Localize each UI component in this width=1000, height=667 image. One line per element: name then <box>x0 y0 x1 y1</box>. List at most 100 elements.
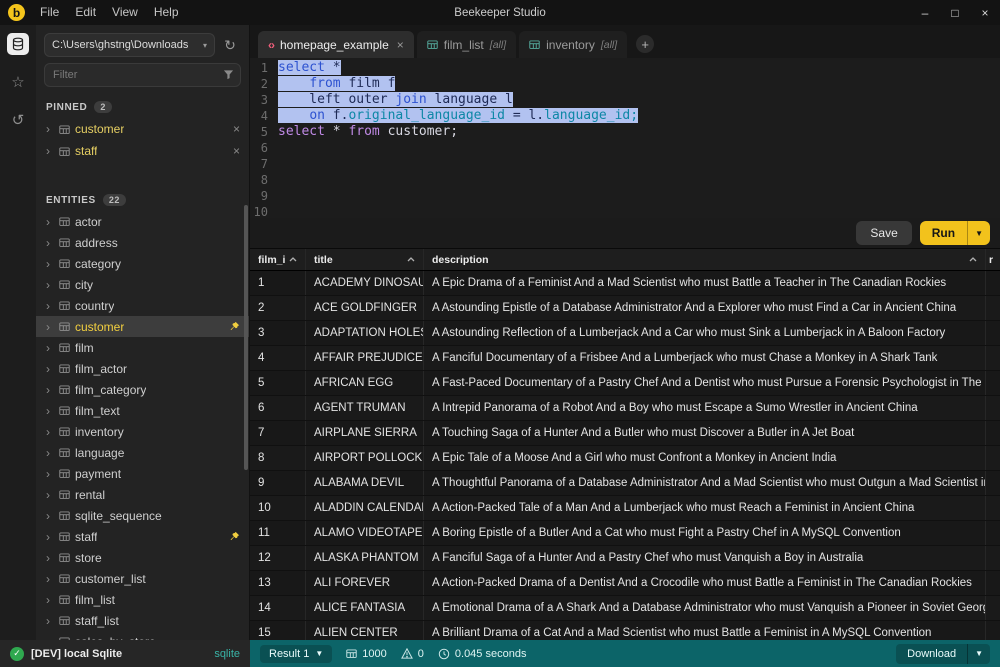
filter-input[interactable] <box>44 63 241 87</box>
tab-inventory[interactable]: inventory[all] <box>519 31 627 58</box>
entity-item-rental[interactable]: ›rental <box>36 484 249 505</box>
favorites-star-icon[interactable]: ☆ <box>7 71 29 93</box>
entity-item-inventory[interactable]: ›inventory <box>36 421 249 442</box>
code-line[interactable]: on f.original_language_id = l.language_i… <box>278 108 638 124</box>
pinned-item-customer[interactable]: ›customer× <box>36 118 249 140</box>
entity-item-city[interactable]: ›city <box>36 274 249 295</box>
menu-file[interactable]: File <box>32 0 67 25</box>
entity-item-staff_list[interactable]: ›staff_list <box>36 610 249 631</box>
refresh-icon[interactable]: ↻ <box>219 33 241 57</box>
chevron-right-icon[interactable]: › <box>46 383 54 397</box>
entity-item-country[interactable]: ›country <box>36 295 249 316</box>
table-row[interactable]: 5AFRICAN EGGA Fast-Paced Documentary of … <box>250 371 1000 396</box>
chevron-right-icon[interactable]: › <box>46 257 54 271</box>
table-row[interactable]: 6AGENT TRUMANA Intrepid Panorama of a Ro… <box>250 396 1000 421</box>
chevron-right-icon[interactable]: › <box>46 278 54 292</box>
chevron-right-icon[interactable]: › <box>46 614 54 628</box>
chevron-right-icon[interactable]: › <box>46 215 54 229</box>
sidebar-scrollbar[interactable] <box>244 205 248 470</box>
chevron-right-icon[interactable]: › <box>46 299 54 313</box>
column-header-title[interactable]: title <box>306 249 424 270</box>
sort-caret-icon[interactable] <box>965 257 977 262</box>
entity-item-customer[interactable]: ›customer <box>36 316 249 337</box>
chevron-right-icon[interactable]: › <box>46 509 54 523</box>
entity-item-language[interactable]: ›language <box>36 442 249 463</box>
tab-film_list[interactable]: film_list[all] <box>417 31 516 58</box>
chevron-right-icon[interactable]: › <box>46 122 54 136</box>
connection-select[interactable]: C:\Users\ghstng\Downloads ▾ <box>44 33 215 57</box>
menu-help[interactable]: Help <box>146 0 187 25</box>
column-header-description[interactable]: description <box>424 249 986 270</box>
entity-item-sales_by_store[interactable]: ›sales_by_store <box>36 631 249 640</box>
entity-item-address[interactable]: ›address <box>36 232 249 253</box>
table-row[interactable]: 9ALABAMA DEVILA Thoughtful Panorama of a… <box>250 471 1000 496</box>
chevron-right-icon[interactable]: › <box>46 320 54 334</box>
run-options-caret-icon[interactable]: ▼ <box>967 221 990 245</box>
table-row[interactable]: 14ALICE FANTASIAA Emotional Drama of a A… <box>250 596 1000 621</box>
entity-item-store[interactable]: ›store <box>36 547 249 568</box>
chevron-right-icon[interactable]: › <box>46 488 54 502</box>
chevron-right-icon[interactable]: › <box>46 530 54 544</box>
chevron-right-icon[interactable]: › <box>46 362 54 376</box>
save-button[interactable]: Save <box>856 221 911 245</box>
unpin-close-icon[interactable]: × <box>233 122 240 136</box>
sort-caret-icon[interactable] <box>403 257 415 262</box>
sql-editor[interactable]: 1select *2 from film f3 left outer join … <box>250 58 1000 218</box>
entity-item-film_list[interactable]: ›film_list <box>36 589 249 610</box>
code-line[interactable]: from film f <box>278 76 395 92</box>
table-row[interactable]: 4AFFAIR PREJUDICEA Fanciful Documentary … <box>250 346 1000 371</box>
menu-view[interactable]: View <box>104 0 146 25</box>
chevron-right-icon[interactable]: › <box>46 341 54 355</box>
entity-item-film[interactable]: ›film <box>36 337 249 358</box>
pin-icon[interactable] <box>229 321 240 332</box>
table-row[interactable]: 10ALADDIN CALENDARA Action-Packed Tale o… <box>250 496 1000 521</box>
code-line[interactable]: select * from customer; <box>278 124 458 140</box>
chevron-right-icon[interactable]: › <box>46 572 54 586</box>
database-panel-icon[interactable] <box>7 33 29 55</box>
entity-item-payment[interactable]: ›payment <box>36 463 249 484</box>
table-row[interactable]: 13ALI FOREVERA Action-Packed Drama of a … <box>250 571 1000 596</box>
table-row[interactable]: 15ALIEN CENTERA Brilliant Drama of a Cat… <box>250 621 1000 640</box>
table-row[interactable]: 2ACE GOLDFINGERA Astounding Epistle of a… <box>250 296 1000 321</box>
close-icon[interactable]: × <box>970 0 1000 25</box>
entity-item-film_actor[interactable]: ›film_actor <box>36 358 249 379</box>
entity-item-customer_list[interactable]: ›customer_list <box>36 568 249 589</box>
chevron-right-icon[interactable]: › <box>46 551 54 565</box>
table-row[interactable]: 1ACADEMY DINOSAURA Epic Drama of a Femin… <box>250 271 1000 296</box>
chevron-right-icon[interactable]: › <box>46 236 54 250</box>
download-button[interactable]: Download <box>896 644 967 664</box>
chevron-right-icon[interactable]: › <box>46 144 54 158</box>
column-header-film_id[interactable]: film_id <box>250 249 306 270</box>
chevron-right-icon[interactable]: › <box>46 425 54 439</box>
chevron-right-icon[interactable]: › <box>46 467 54 481</box>
entity-item-category[interactable]: ›category <box>36 253 249 274</box>
table-row[interactable]: 12ALASKA PHANTOMA Fanciful Saga of a Hun… <box>250 546 1000 571</box>
entity-item-film_category[interactable]: ›film_category <box>36 379 249 400</box>
table-row[interactable]: 11ALAMO VIDEOTAPEA Boring Epistle of a B… <box>250 521 1000 546</box>
chevron-right-icon[interactable]: › <box>46 404 54 418</box>
sort-caret-icon[interactable] <box>285 257 297 262</box>
maximize-icon[interactable]: □ <box>940 0 970 25</box>
run-button[interactable]: Run <box>920 221 967 245</box>
table-row[interactable]: 7AIRPLANE SIERRAA Touching Saga of a Hun… <box>250 421 1000 446</box>
menu-edit[interactable]: Edit <box>67 0 104 25</box>
unpin-close-icon[interactable]: × <box>233 144 240 158</box>
table-row[interactable]: 8AIRPORT POLLOCKA Epic Tale of a Moose A… <box>250 446 1000 471</box>
code-line[interactable]: left outer join language l <box>278 92 513 108</box>
table-row[interactable]: 3ADAPTATION HOLESA Astounding Reflection… <box>250 321 1000 346</box>
entity-item-staff[interactable]: ›staff <box>36 526 249 547</box>
chevron-right-icon[interactable]: › <box>46 446 54 460</box>
pinned-item-staff[interactable]: ›staff× <box>36 140 249 162</box>
column-header-clipped[interactable]: r <box>986 249 1000 270</box>
code-line[interactable]: select * <box>278 60 341 76</box>
result-selector[interactable]: Result 1 ▼ <box>260 645 332 663</box>
tab-homepage_example[interactable]: ‹›homepage_example× <box>258 31 414 58</box>
close-tab-icon[interactable]: × <box>397 38 404 52</box>
minimize-icon[interactable]: – <box>910 0 940 25</box>
chevron-right-icon[interactable]: › <box>46 593 54 607</box>
entity-item-sqlite_sequence[interactable]: ›sqlite_sequence <box>36 505 249 526</box>
new-tab-icon[interactable]: + <box>636 35 654 53</box>
entity-item-actor[interactable]: ›actor <box>36 211 249 232</box>
download-options-caret-icon[interactable]: ▼ <box>967 644 990 664</box>
entity-item-film_text[interactable]: ›film_text <box>36 400 249 421</box>
